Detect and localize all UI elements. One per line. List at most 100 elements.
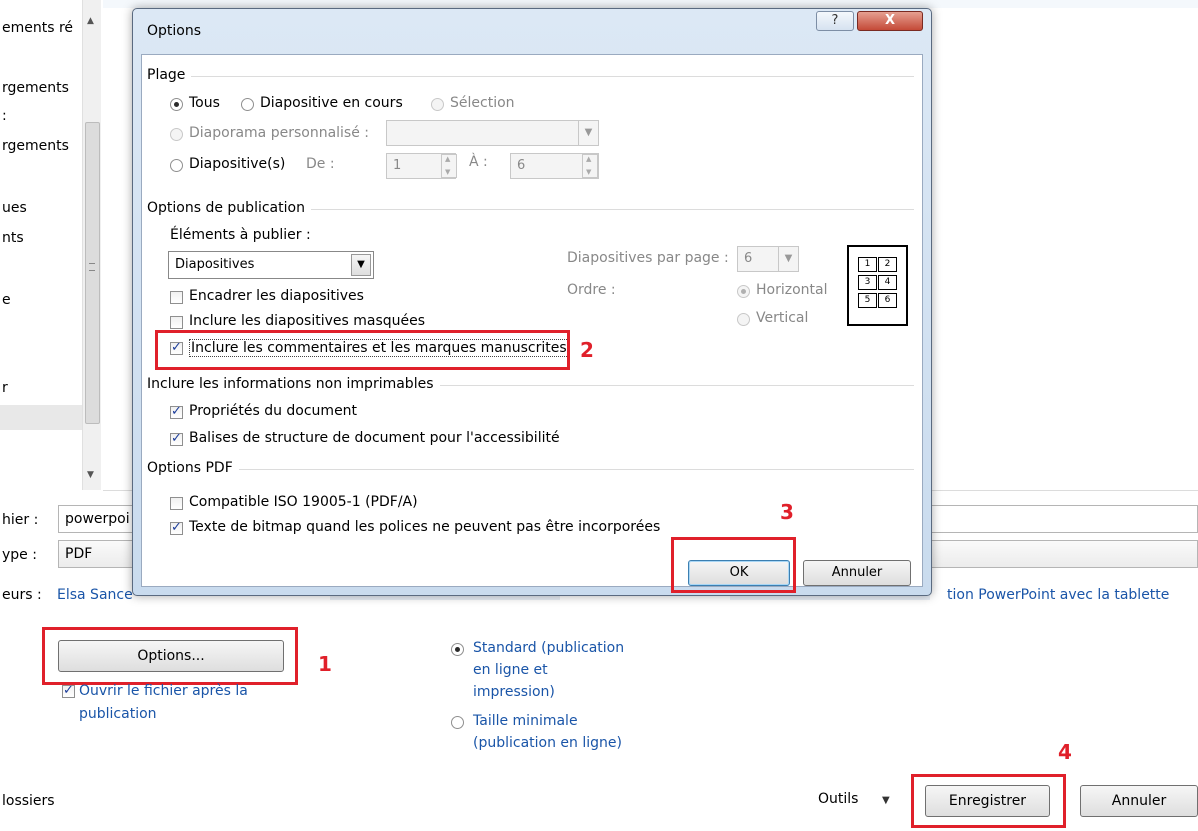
minimal-radio[interactable] — [451, 716, 464, 729]
close-icon: X — [884, 13, 896, 28]
navigation-pane: ements ré rgements : rgements ues nts e … — [0, 0, 104, 490]
nav-item[interactable]: : — [2, 108, 7, 124]
chevron-down-icon[interactable]: ▼ — [882, 795, 890, 806]
annotation-box-3 — [671, 537, 796, 593]
frame-slides-checkbox[interactable] — [170, 291, 183, 304]
layout-preview: 1 2 3 4 5 6 — [847, 245, 908, 326]
help-button[interactable]: ? — [816, 11, 854, 31]
preview-slide: 2 — [878, 257, 897, 272]
bitmap-text-label[interactable]: Texte de bitmap quand les polices ne peu… — [189, 519, 660, 535]
doc-props-checkbox[interactable] — [170, 404, 183, 419]
slides-radio[interactable] — [170, 159, 183, 172]
tags-link[interactable]: tion PowerPoint avec la tablette — [947, 587, 1169, 603]
what-to-publish-select[interactable]: Diapositives ▼ — [168, 251, 374, 279]
custom-show-label[interactable]: Diaporama personnalisé : — [189, 125, 369, 141]
folders-toggle[interactable]: lossiers — [2, 793, 55, 809]
range-all-radio[interactable] — [170, 98, 183, 111]
hidden-slides-checkbox[interactable] — [170, 316, 183, 329]
doc-props-label[interactable]: Propriétés du document — [189, 403, 357, 419]
to-label: À : — [469, 154, 488, 170]
nav-scrollbar[interactable]: ▲ ▼ — [82, 0, 101, 490]
preview-slide: 6 — [878, 293, 897, 308]
tools-menu[interactable]: Outils — [818, 791, 858, 807]
options-dialog: Options ? X Plage Tous Diapositive en co… — [132, 8, 932, 596]
authors-link[interactable]: Elsa Sance — [57, 587, 133, 603]
range-group-title: Plage — [147, 67, 192, 83]
preview-slide: 4 — [878, 275, 897, 290]
iso-label[interactable]: Compatible ISO 19005-1 (PDF/A) — [189, 494, 418, 510]
vertical-radio[interactable] — [737, 313, 750, 326]
filename-value: powerpoi — [65, 511, 130, 527]
structure-tags-checkbox[interactable] — [170, 431, 183, 446]
to-spinner[interactable] — [582, 154, 598, 178]
nonprint-group-title: Inclure les informations non imprimables — [147, 376, 440, 392]
range-selection-label[interactable]: Sélection — [450, 95, 515, 111]
per-page-label: Diapositives par page : — [567, 250, 729, 266]
group-divider — [150, 469, 914, 470]
scroll-up-icon[interactable]: ▲ — [87, 16, 94, 26]
frame-slides-label[interactable]: Encadrer les diapositives — [189, 288, 364, 304]
from-label: De : — [306, 156, 335, 172]
dialog-cancel-label: Annuler — [831, 565, 883, 580]
range-selection-radio[interactable] — [431, 98, 444, 111]
nav-item[interactable]: rgements — [2, 80, 69, 96]
what-to-publish-label: Éléments à publier : — [170, 227, 311, 243]
filename-label: hier : — [2, 512, 39, 528]
publish-group-title: Options de publication — [147, 200, 311, 216]
standard-label[interactable]: en ligne et — [473, 662, 548, 678]
custom-show-select[interactable]: ▼ — [386, 120, 599, 146]
standard-label[interactable]: Standard (publication — [473, 640, 624, 656]
dialog-cancel-button[interactable]: Annuler — [803, 560, 911, 586]
nav-item[interactable]: ements ré — [2, 20, 73, 36]
grip-icon — [89, 263, 95, 271]
type-label: ype : — [2, 547, 37, 563]
per-page-select[interactable]: 6 ▼ — [737, 246, 799, 272]
chevron-down-icon: ▼ — [778, 247, 798, 271]
close-button[interactable]: X — [857, 11, 923, 31]
range-current-label[interactable]: Diapositive en cours — [260, 95, 403, 111]
open-after-label[interactable]: Ouvrir le fichier après la — [79, 683, 248, 699]
horizontal-radio[interactable] — [737, 285, 750, 298]
nav-item[interactable]: ues — [2, 200, 27, 216]
from-spinner[interactable] — [441, 154, 457, 178]
main-cancel-button[interactable]: Annuler — [1080, 785, 1198, 817]
open-after-label[interactable]: publication — [79, 706, 157, 722]
from-value: 1 — [393, 158, 402, 173]
iso-checkbox[interactable] — [170, 497, 183, 510]
range-current-radio[interactable] — [241, 98, 254, 111]
dialog-title: Options — [147, 23, 202, 39]
per-page-value: 6 — [744, 251, 753, 266]
nav-divider — [0, 405, 82, 430]
standard-radio[interactable] — [451, 643, 464, 656]
hidden-slides-label[interactable]: Inclure les diapositives masquées — [189, 313, 425, 329]
chevron-down-icon: ▼ — [578, 121, 598, 145]
slides-label[interactable]: Diapositive(s) — [189, 156, 285, 172]
open-after-checkbox[interactable] — [62, 683, 75, 698]
custom-show-radio[interactable] — [170, 128, 183, 141]
annotation-number-4: 4 — [1058, 740, 1072, 764]
help-icon: ? — [831, 13, 839, 28]
annotation-number-1: 1 — [318, 652, 332, 676]
bitmap-text-checkbox[interactable] — [170, 520, 183, 535]
pdf-group-title: Options PDF — [147, 460, 239, 476]
horizontal-label[interactable]: Horizontal — [756, 282, 827, 298]
range-all-label[interactable]: Tous — [189, 95, 220, 111]
group-divider — [150, 76, 914, 77]
nav-item[interactable]: r — [2, 380, 8, 396]
vertical-label[interactable]: Vertical — [756, 310, 808, 326]
structure-tags-label[interactable]: Balises de structure de document pour l'… — [189, 430, 560, 446]
scroll-thumb[interactable] — [85, 122, 100, 424]
standard-label[interactable]: impression) — [473, 684, 555, 700]
type-value: PDF — [65, 546, 93, 562]
nav-item[interactable]: nts — [2, 230, 24, 246]
nav-item[interactable]: rgements — [2, 138, 69, 154]
annotation-number-2: 2 — [580, 338, 594, 362]
preview-slide: 1 — [858, 257, 877, 272]
minimal-label[interactable]: (publication en ligne) — [473, 735, 622, 751]
annotation-box-1 — [42, 627, 298, 685]
minimal-label[interactable]: Taille minimale — [473, 713, 578, 729]
scroll-down-icon[interactable]: ▼ — [87, 470, 94, 480]
nav-item[interactable]: e — [2, 292, 11, 308]
annotation-box-4 — [911, 774, 1066, 828]
to-value: 6 — [517, 158, 526, 173]
